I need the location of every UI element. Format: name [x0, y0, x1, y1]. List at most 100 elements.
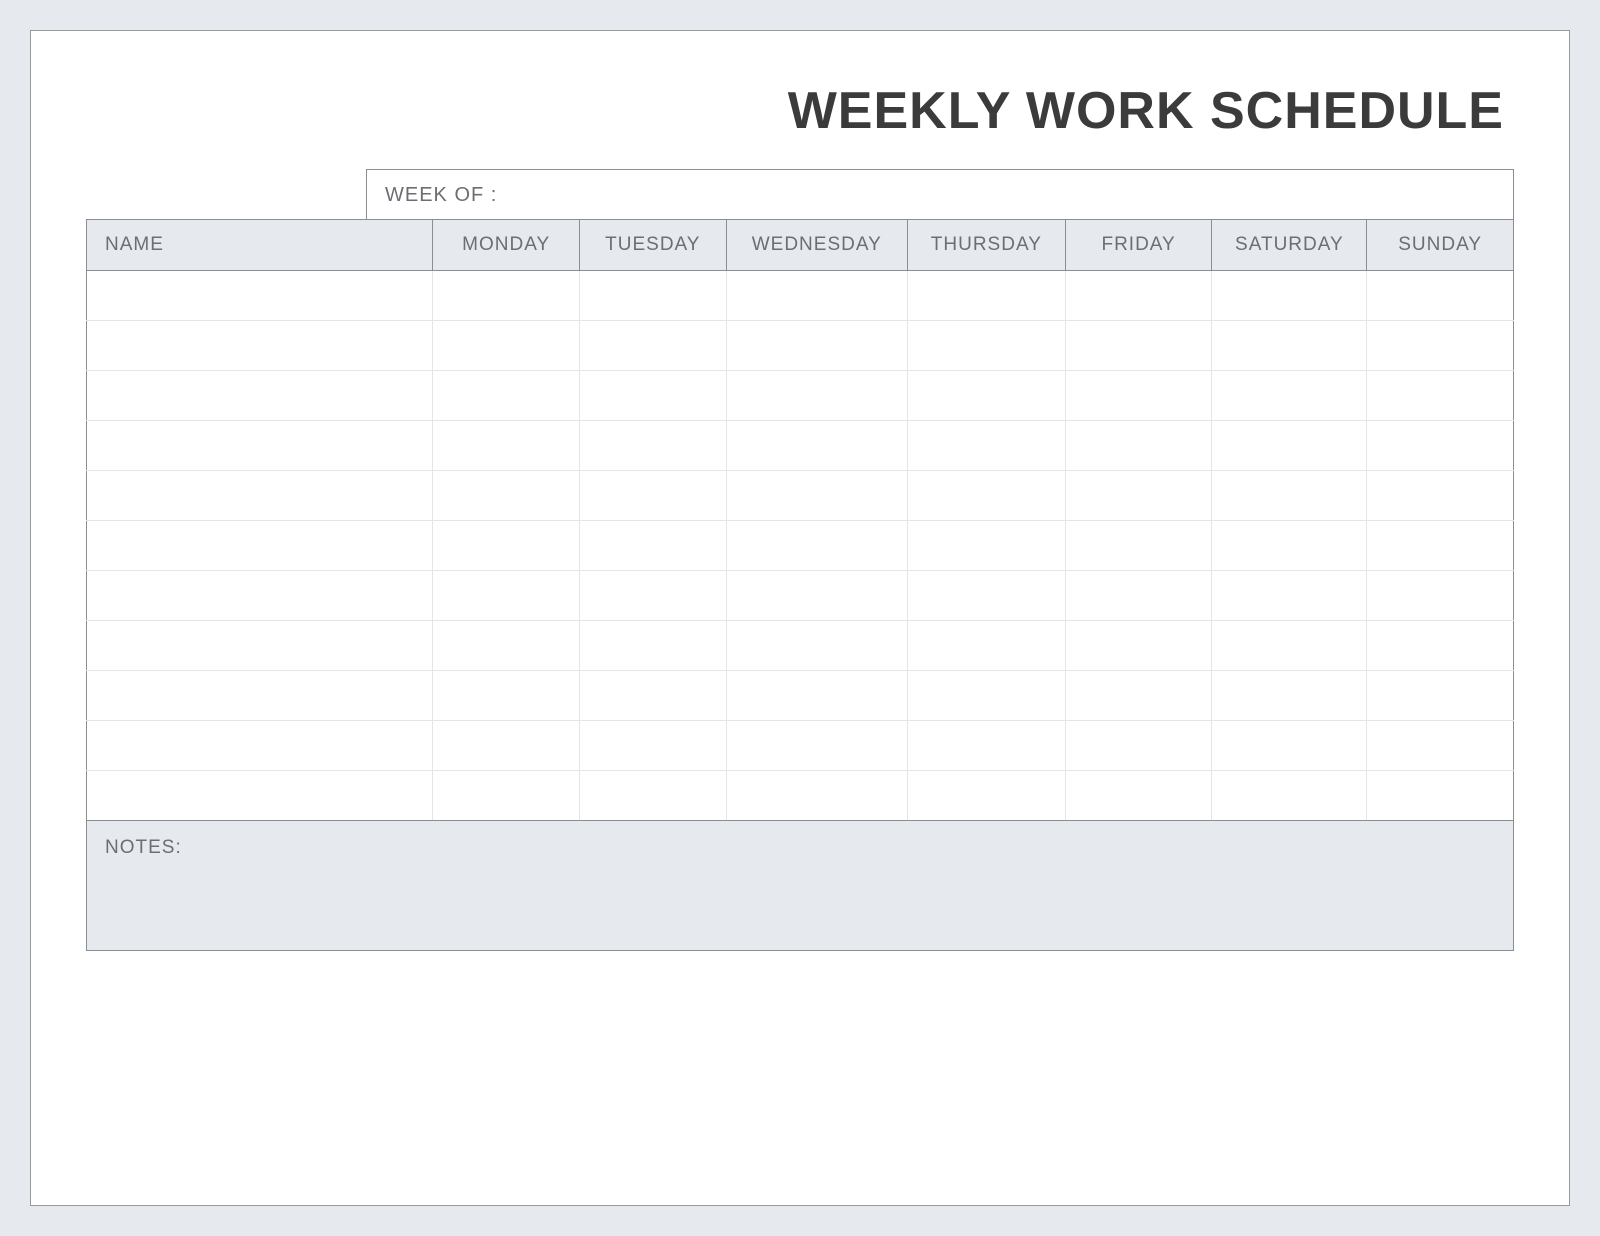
day-cell[interactable] [1212, 371, 1367, 421]
name-cell[interactable] [87, 471, 433, 521]
day-cell[interactable] [1367, 621, 1514, 671]
page-title: WEEKLY WORK SCHEDULE [86, 81, 1514, 141]
day-cell[interactable] [726, 571, 907, 621]
day-cell[interactable] [726, 371, 907, 421]
day-cell[interactable] [579, 521, 726, 571]
day-cell[interactable] [1212, 521, 1367, 571]
day-cell[interactable] [907, 421, 1065, 471]
day-cell[interactable] [726, 271, 907, 321]
day-cell[interactable] [726, 321, 907, 371]
day-cell[interactable] [1065, 421, 1212, 471]
day-cell[interactable] [579, 721, 726, 771]
day-cell[interactable] [433, 671, 580, 721]
day-cell[interactable] [726, 421, 907, 471]
day-cell[interactable] [907, 721, 1065, 771]
day-cell[interactable] [907, 521, 1065, 571]
day-header-mon: MONDAY [433, 220, 580, 271]
name-cell[interactable] [87, 321, 433, 371]
day-cell[interactable] [1367, 721, 1514, 771]
day-cell[interactable] [907, 271, 1065, 321]
day-header-thu: THURSDAY [907, 220, 1065, 271]
day-cell[interactable] [1065, 621, 1212, 671]
day-cell[interactable] [907, 471, 1065, 521]
day-cell[interactable] [1212, 771, 1367, 821]
day-cell[interactable] [1367, 371, 1514, 421]
day-cell[interactable] [579, 471, 726, 521]
day-cell[interactable] [433, 621, 580, 671]
week-of-field[interactable]: WEEK OF : [366, 169, 1514, 219]
day-cell[interactable] [1065, 721, 1212, 771]
day-cell[interactable] [907, 571, 1065, 621]
day-cell[interactable] [1065, 571, 1212, 621]
day-cell[interactable] [579, 771, 726, 821]
day-cell[interactable] [433, 471, 580, 521]
day-cell[interactable] [1065, 371, 1212, 421]
day-cell[interactable] [1212, 321, 1367, 371]
day-cell[interactable] [907, 321, 1065, 371]
day-cell[interactable] [1367, 671, 1514, 721]
day-cell[interactable] [433, 271, 580, 321]
day-cell[interactable] [907, 371, 1065, 421]
day-cell[interactable] [579, 321, 726, 371]
day-cell[interactable] [1065, 671, 1212, 721]
day-cell[interactable] [1212, 721, 1367, 771]
day-cell[interactable] [1065, 321, 1212, 371]
day-cell[interactable] [1367, 771, 1514, 821]
day-cell[interactable] [726, 721, 907, 771]
day-cell[interactable] [726, 671, 907, 721]
day-cell[interactable] [433, 721, 580, 771]
day-cell[interactable] [1212, 271, 1367, 321]
day-cell[interactable] [907, 621, 1065, 671]
day-cell[interactable] [1212, 621, 1367, 671]
day-cell[interactable] [1212, 571, 1367, 621]
day-cell[interactable] [726, 521, 907, 571]
day-cell[interactable] [1212, 421, 1367, 471]
name-cell[interactable] [87, 671, 433, 721]
name-cell[interactable] [87, 371, 433, 421]
day-cell[interactable] [1065, 521, 1212, 571]
day-cell[interactable] [579, 371, 726, 421]
day-cell[interactable] [579, 571, 726, 621]
table-row [87, 371, 1514, 421]
table-row [87, 421, 1514, 471]
name-cell[interactable] [87, 271, 433, 321]
day-cell[interactable] [433, 521, 580, 571]
day-cell[interactable] [433, 571, 580, 621]
day-cell[interactable] [726, 621, 907, 671]
day-cell[interactable] [1065, 771, 1212, 821]
day-cell[interactable] [1367, 271, 1514, 321]
day-cell[interactable] [433, 771, 580, 821]
day-cell[interactable] [1065, 271, 1212, 321]
schedule-table: NAME MONDAY TUESDAY WEDNESDAY THURSDAY F… [86, 219, 1514, 821]
name-cell[interactable] [87, 721, 433, 771]
day-cell[interactable] [1212, 671, 1367, 721]
day-cell[interactable] [1367, 421, 1514, 471]
day-header-wed: WEDNESDAY [726, 220, 907, 271]
notes-field[interactable]: NOTES: [86, 821, 1514, 951]
name-cell[interactable] [87, 621, 433, 671]
day-cell[interactable] [433, 321, 580, 371]
day-cell[interactable] [726, 471, 907, 521]
day-cell[interactable] [726, 771, 907, 821]
name-cell[interactable] [87, 421, 433, 471]
day-cell[interactable] [907, 671, 1065, 721]
table-row [87, 621, 1514, 671]
day-cell[interactable] [579, 421, 726, 471]
day-cell[interactable] [1367, 321, 1514, 371]
day-cell[interactable] [579, 271, 726, 321]
day-cell[interactable] [907, 771, 1065, 821]
table-row [87, 471, 1514, 521]
day-cell[interactable] [1367, 471, 1514, 521]
name-cell[interactable] [87, 571, 433, 621]
day-cell[interactable] [1212, 471, 1367, 521]
name-cell[interactable] [87, 521, 433, 571]
day-cell[interactable] [1065, 471, 1212, 521]
day-cell[interactable] [1367, 521, 1514, 571]
day-cell[interactable] [1367, 571, 1514, 621]
day-cell[interactable] [433, 421, 580, 471]
name-cell[interactable] [87, 771, 433, 821]
day-cell[interactable] [433, 371, 580, 421]
day-cell[interactable] [579, 671, 726, 721]
day-cell[interactable] [579, 621, 726, 671]
day-header-tue: TUESDAY [579, 220, 726, 271]
